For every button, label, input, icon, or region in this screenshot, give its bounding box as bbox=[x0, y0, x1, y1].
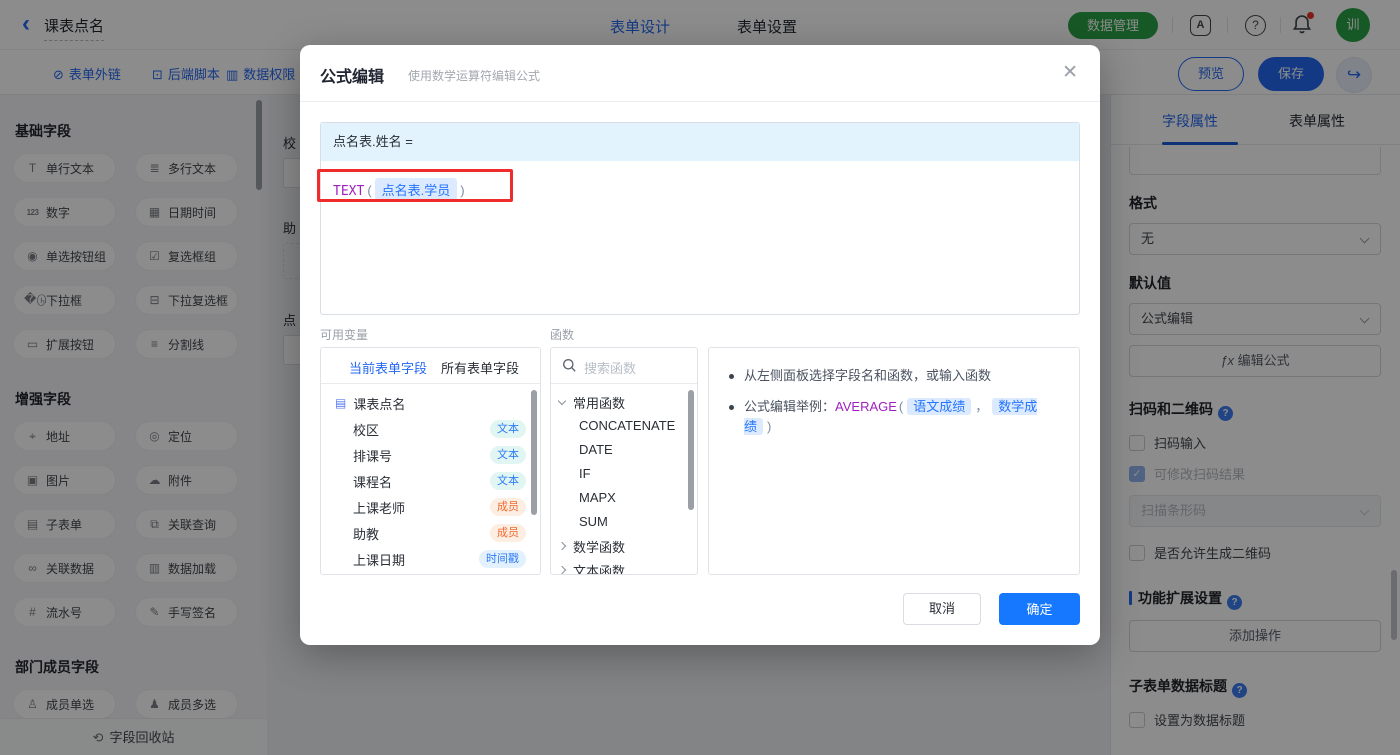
variable-field-name: 课程名 bbox=[353, 474, 393, 490]
form-name: 课表点名 bbox=[353, 396, 406, 412]
form-doc-icon: ▤ bbox=[335, 396, 347, 410]
variable-field-row[interactable]: 课程名 文本 bbox=[321, 468, 540, 494]
function-item[interactable]: MAPX bbox=[551, 486, 697, 510]
variable-field-name: 上课老师 bbox=[353, 500, 406, 516]
field-type-badge: 时间戳 bbox=[479, 550, 526, 568]
function-item[interactable]: SUM bbox=[551, 510, 697, 534]
cancel-button[interactable]: 取消 bbox=[903, 593, 981, 625]
formula-editor[interactable]: TEXT(点名表.学员) bbox=[321, 161, 1079, 218]
formula-editor-modal: 公式编辑 使用数学运算符编辑公式 ✕ 点名表.姓名 = TEXT(点名表.学员)… bbox=[300, 45, 1100, 645]
variable-field-row[interactable]: 上课老师 成员 bbox=[321, 494, 540, 520]
tip-part: ( bbox=[898, 399, 904, 414]
close-icon[interactable]: ✕ bbox=[1062, 61, 1078, 84]
function-group-name: 数学函数 bbox=[573, 539, 626, 555]
variable-field-row[interactable]: 排课号 文本 bbox=[321, 442, 540, 468]
variable-field-name: 助教 bbox=[353, 526, 380, 542]
variables-tabs: 当前表单字段 所有表单字段 bbox=[321, 348, 540, 384]
functions-panel: 搜索函数 常用函数 CONCATENATE DATE IF MAPX SUM 数学函数文本函… bbox=[550, 347, 698, 575]
search-placeholder: 搜索函数 bbox=[584, 361, 637, 376]
app-root: ‹ 课表点名 表单设计 表单设置 数据管理 A ? 训 ⊘ 表单外链 ⊡ 后端脚本 … bbox=[0, 0, 1400, 755]
chevron-right-icon bbox=[557, 565, 567, 574]
variable-field-name: 校区 bbox=[353, 422, 380, 438]
variable-field-name: 上课日期 bbox=[353, 552, 406, 568]
variable-field-name: 排课号 bbox=[353, 448, 393, 464]
chevron-right-icon bbox=[557, 541, 567, 551]
example-field-token: 语文成绩 bbox=[907, 398, 972, 415]
variables-tree: ▤ 课表点名 校区 文本 排课号 文本 课程名 文本 上课老师 成员 助教 成员 上课日期 时间戳 bbox=[321, 384, 540, 574]
bullet-dot bbox=[729, 374, 734, 379]
function-group-row[interactable]: 常用函数 bbox=[551, 390, 697, 414]
paren-open: ( bbox=[367, 183, 372, 198]
variable-field-row[interactable]: 校区 文本 bbox=[321, 416, 540, 442]
modal-header: 公式编辑 使用数学运算符编辑公式 ✕ bbox=[300, 45, 1100, 102]
function-name: TEXT bbox=[333, 184, 365, 199]
function-search[interactable]: 搜索函数 bbox=[551, 348, 697, 384]
variable-field-row[interactable]: 助教 成员 bbox=[321, 520, 540, 546]
function-group-name: 常用函数 bbox=[573, 395, 626, 411]
tips-panel: 从左侧面板选择字段名和函数，或输入函数公式编辑举例：AVERAGE(语文成绩，数… bbox=[708, 347, 1080, 575]
field-type-badge: 文本 bbox=[490, 420, 526, 438]
functions-label: 函数 bbox=[550, 328, 575, 342]
variables-scrollbar[interactable] bbox=[531, 390, 537, 515]
field-token[interactable]: 点名表.学员 bbox=[374, 178, 458, 201]
search-icon bbox=[563, 359, 576, 372]
clipped-variable-row bbox=[321, 572, 540, 574]
formula-target: 点名表.姓名 = bbox=[321, 123, 1079, 161]
tip-part: ) bbox=[767, 419, 772, 434]
tip-text: 公式编辑举例：AVERAGE(语文成绩，数学成绩) bbox=[744, 397, 1065, 437]
tab-current-form-fields[interactable]: 当前表单字段 bbox=[349, 358, 427, 377]
field-type-badge: 文本 bbox=[490, 472, 526, 490]
tip-part: 从左侧面板选择字段名和函数，或输入函数 bbox=[744, 368, 992, 383]
function-group-row[interactable]: 文本函数 bbox=[551, 558, 697, 575]
variable-field-row[interactable]: 上课日期 时间戳 bbox=[321, 546, 540, 572]
functions-scrollbar[interactable] bbox=[688, 390, 694, 510]
tip-part: ， bbox=[975, 399, 989, 414]
function-group-name: 文本函数 bbox=[573, 563, 626, 575]
function-item[interactable]: DATE bbox=[551, 438, 697, 462]
function-item[interactable]: IF bbox=[551, 462, 697, 486]
chevron-down-icon bbox=[557, 396, 567, 405]
field-type-badge: 文本 bbox=[490, 446, 526, 464]
formula-box: 点名表.姓名 = TEXT(点名表.学员) bbox=[320, 122, 1080, 315]
paren-close: ) bbox=[460, 183, 465, 198]
variables-label: 可用变量 bbox=[320, 328, 369, 342]
field-type-badge: 成员 bbox=[490, 498, 526, 516]
tip-line: 公式编辑举例：AVERAGE(语文成绩，数学成绩) bbox=[723, 397, 1065, 437]
modal-title: 公式编辑 bbox=[320, 69, 385, 86]
tip-part: 公式编辑举例： bbox=[744, 399, 836, 414]
tip-line: 从左侧面板选择字段名和函数，或输入函数 bbox=[723, 366, 1065, 386]
tip-text: 从左侧面板选择字段名和函数，或输入函数 bbox=[744, 366, 991, 386]
confirm-button[interactable]: 确定 bbox=[999, 593, 1080, 625]
function-group-row[interactable]: 数学函数 bbox=[551, 534, 697, 558]
variables-panel: 当前表单字段 所有表单字段 ▤ 课表点名 校区 文本 排课号 文本 课程名 文本 上课老师 成员助… bbox=[320, 347, 541, 575]
modal-subtitle: 使用数学运算符编辑公式 bbox=[408, 69, 541, 83]
tab-all-form-fields[interactable]: 所有表单字段 bbox=[441, 358, 519, 377]
field-type-badge: 成员 bbox=[490, 524, 526, 542]
bullet-dot bbox=[729, 405, 734, 410]
function-item[interactable]: CONCATENATE bbox=[551, 414, 697, 438]
variable-root-row[interactable]: ▤ 课表点名 bbox=[321, 390, 540, 416]
tip-part: AVERAGE bbox=[835, 399, 897, 414]
functions-tree: 常用函数 CONCATENATE DATE IF MAPX SUM 数学函数文本函数 bbox=[551, 384, 697, 575]
